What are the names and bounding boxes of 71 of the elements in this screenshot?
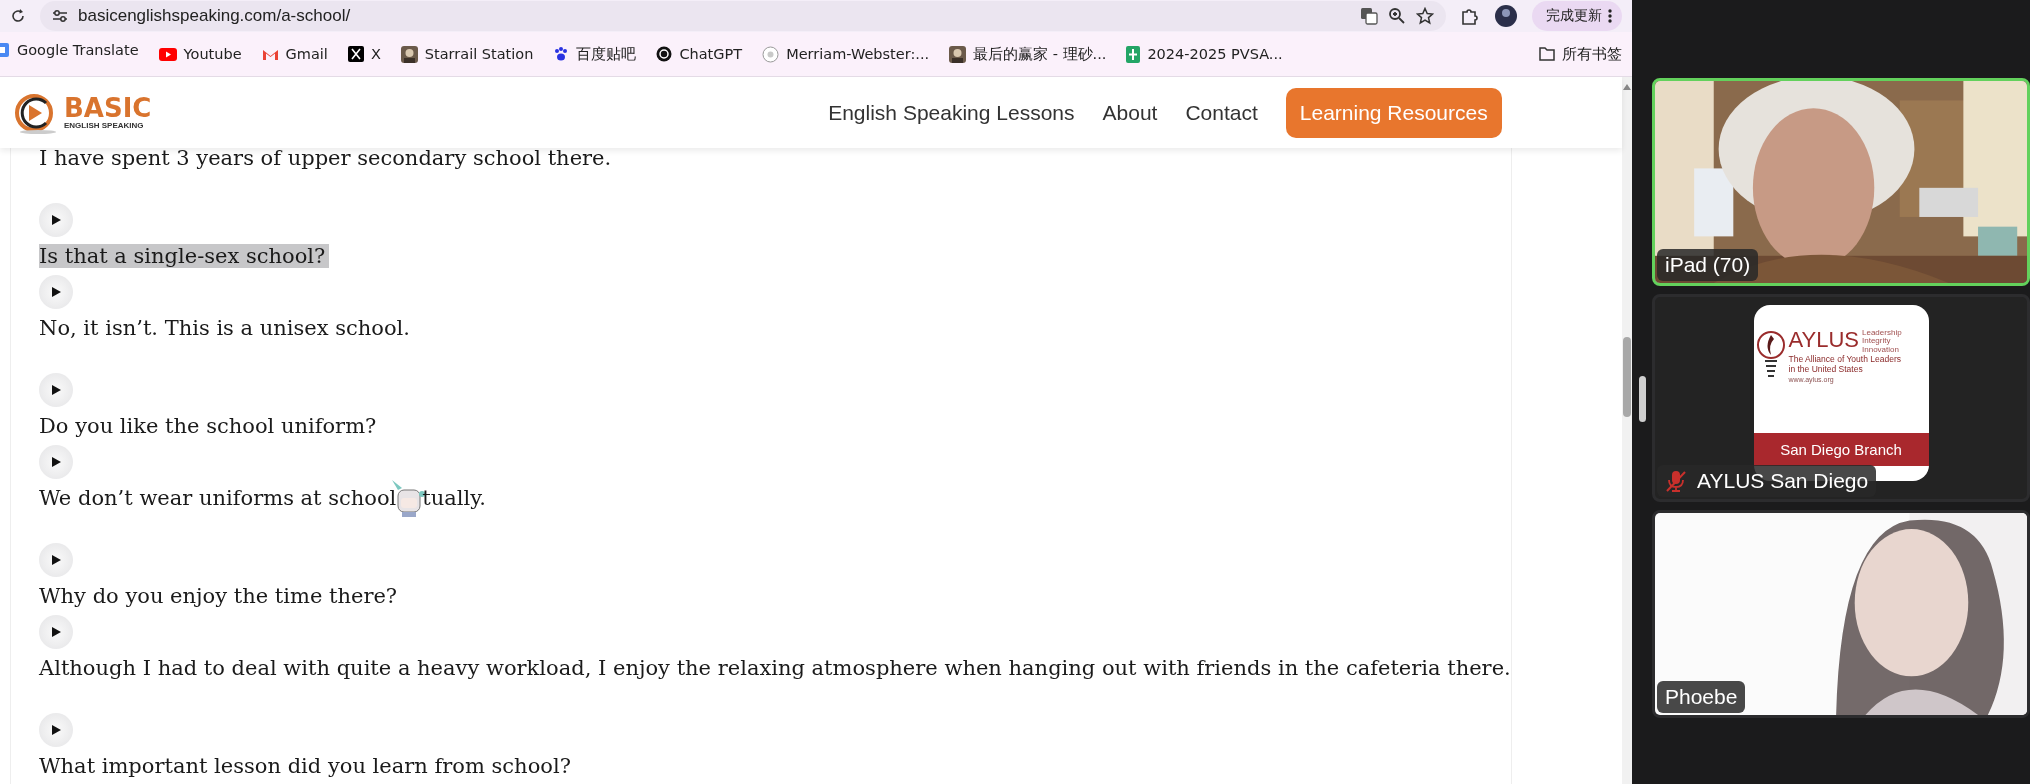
logo-text: The Alliance of Youth Leaders [1788,354,1902,365]
x-icon [347,46,364,62]
scroll-up-icon[interactable] [1621,83,1632,91]
address-bar[interactable]: basicenglishspeaking.com/a-school/ [40,1,1446,31]
avatar-icon [400,45,418,63]
translate-icon[interactable] [1360,7,1378,25]
play-button[interactable] [39,615,73,649]
play-icon [50,456,62,468]
play-icon [50,626,62,638]
nav-link[interactable]: Contact [1185,100,1258,125]
tune-icon[interactable] [52,9,68,23]
sentence-text: I have spent 3 years of upper secondary school there. [39,146,612,170]
sentence-text: Although I had to deal with quite a heavy workload, I enjoy the relaxing atmosphere when hanging out with friends in the cafeteria there. [39,656,1511,680]
sentence-text: Why do you enjoy the time there? [39,584,398,608]
logo-tagline: Leadership [1862,329,1902,338]
paw-icon [553,46,570,62]
play-icon [158,47,177,61]
reload-icon[interactable] [10,8,26,24]
participant-name: iPad (70) [1657,249,1759,281]
bookmark[interactable]: 最后的赢家 - 理砂... [939,44,1117,64]
profile-avatar[interactable] [1494,4,1518,28]
highlighted-text: Is that a single-sex school? [39,244,330,268]
sentence-text: Do you like the school uniform? [39,414,377,438]
branch-banner: San Diego Branch [1753,433,1929,466]
all-bookmarks[interactable]: 所有书签 [1529,44,1632,64]
play-button[interactable] [39,203,73,237]
bookmark[interactable]: Google Translate [0,32,149,68]
sentence-text: What important lesson did you learn from school? [39,754,571,778]
zoom-icon[interactable] [1388,7,1406,25]
folder-icon [1539,47,1555,61]
logo-title: BASIC [64,95,152,121]
logo-title: AYLUS [1788,329,1859,351]
play-button[interactable] [39,275,73,309]
play-icon [50,286,62,298]
play-icon [50,724,62,736]
circle-icon [762,45,780,63]
play-button[interactable] [39,373,73,407]
participant-name: Phoebe [1657,681,1746,713]
logo-tagline: Innovation [1862,345,1900,355]
spreadsheet-icon [1126,45,1141,63]
bookmark[interactable]: 2024-2025 PVSA... [1116,45,1293,63]
avatar-icon [949,45,967,63]
logo-tagline: Integrity [1862,337,1891,346]
play-button[interactable] [39,445,73,479]
play-button[interactable] [39,543,73,577]
participant-name: AYLUS San Diego [1657,465,1877,497]
bookmark[interactable]: 百度贴吧 [543,44,647,64]
update-button[interactable]: 完成更新 [1532,1,1622,31]
extensions-icon[interactable] [1460,6,1480,26]
bookmark[interactable]: Starrail Station [390,45,544,63]
play-icon [50,214,62,226]
mail-icon [261,47,279,61]
bookmark[interactable]: ChatGPT [646,46,753,62]
more-icon [1608,8,1612,24]
nav-link[interactable]: About [1102,100,1158,125]
scrollbar-thumb[interactable] [1622,337,1631,417]
star-icon[interactable] [1416,7,1434,25]
logo-text: in the United States [1788,364,1864,375]
bookmark[interactable]: Merriam-Webster:... [752,45,940,63]
sentence-text: tually. [422,486,486,510]
play-icon [50,384,62,396]
sentence-text: No, it isn’t. This is a unisex school. [39,316,410,340]
nav-link[interactable]: English Speaking Lessons [828,100,1075,125]
play-icon [50,554,62,566]
bookmark[interactable]: X [337,46,391,62]
resize-handle[interactable] [1638,376,1646,422]
play-button[interactable] [39,713,73,747]
sentence-text: We don’t wear uniforms at school [39,486,397,510]
bookmark[interactable]: Youtube [148,46,252,62]
bookmark[interactable]: Gmail [251,46,338,62]
logo-subtitle: ENGLISH SPEAKING [64,121,145,130]
